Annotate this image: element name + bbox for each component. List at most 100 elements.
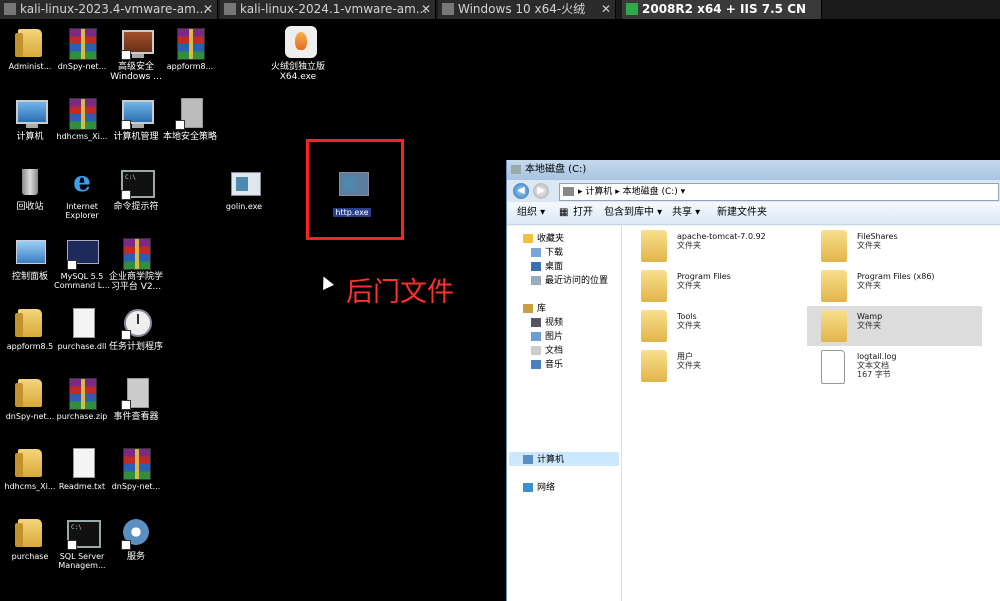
desktop-icon-purchase-dll[interactable]: purchase.dll: [52, 306, 112, 351]
shortcut-arrow-icon: [121, 190, 131, 200]
organize-button[interactable]: 组织 ▾: [517, 202, 545, 224]
tab-label: kali-linux-2024.1-vmware-am...: [240, 2, 428, 16]
nav-favorites[interactable]: 收藏夹: [523, 233, 564, 245]
close-icon[interactable]: ✕: [203, 0, 213, 19]
nav-label: 文档: [545, 346, 564, 356]
nav-computer[interactable]: 计算机: [523, 454, 564, 466]
file-item[interactable]: apache-tomcat-7.0.92 文件夹: [627, 226, 802, 266]
desktop-icon-computer[interactable]: 计算机: [0, 96, 60, 142]
desktop-icon-recycle-bin[interactable]: 回收站: [0, 166, 60, 212]
file-type: 文件夹: [677, 321, 701, 330]
file-name: 用户: [677, 352, 693, 361]
desktop-icon-event-viewer[interactable]: 事件查看器: [106, 376, 166, 422]
desktop-icon-purchase-folder[interactable]: purchase: [0, 516, 60, 561]
file-name: Program Files (x86): [857, 272, 935, 281]
desktop-icon-dnspy-zip[interactable]: dnSpy-net...: [52, 26, 112, 71]
nav-desktop[interactable]: 桌面: [531, 261, 563, 273]
address-bar-row: ◀ ▶ ▸ 计算机 ▸ 本地磁盘 (C:) ▾: [507, 180, 1000, 202]
share-button[interactable]: 共享 ▾: [672, 202, 700, 224]
new-folder-button[interactable]: 新建文件夹: [717, 202, 767, 224]
tab-label: 2008R2 x64 + IIS 7.5 CN: [642, 2, 807, 16]
nav-recent[interactable]: 最近访问的位置: [531, 275, 608, 287]
desktop-icon-hdhcms-zip[interactable]: hdhcms_Xi...: [52, 96, 112, 141]
nav-label: 最近访问的位置: [545, 276, 609, 286]
desktop-icon-golin-exe[interactable]: golin.exe: [214, 166, 274, 211]
music-icon: [531, 360, 541, 369]
nav-videos[interactable]: 视频: [531, 317, 563, 329]
winrar-icon: [69, 98, 97, 130]
desktop-icon-security-policy[interactable]: 本地安全策略: [160, 96, 220, 142]
vm-tab-kali-2024[interactable]: kali-linux-2024.1-vmware-am... ✕: [220, 0, 436, 19]
desktop-icon-cmd[interactable]: 命令提示符: [106, 166, 166, 212]
desktop-icon-administrator[interactable]: Administ...: [0, 26, 60, 71]
ie-icon: e: [73, 165, 91, 198]
desktop-icon-internet-explorer[interactable]: e Internet Explorer: [52, 165, 112, 221]
icon-label: 企业商学院学 习平台 V2...: [108, 272, 163, 292]
desktop-icon-purchase-zip[interactable]: purchase.zip: [52, 376, 112, 421]
desktop-icon-hdhcms-folder[interactable]: hdhcms_Xi...: [0, 446, 60, 491]
nav-documents[interactable]: 文档: [531, 345, 563, 357]
desktop-icon-dnspy-folder[interactable]: dnSpy-net...: [0, 376, 60, 421]
folder-icon: [821, 230, 847, 262]
nav-label: 图片: [545, 332, 564, 342]
command-toolbar: 组织 ▾ ▦ 打开 包含到库中 ▾ 共享 ▾ 新建文件夹: [507, 202, 1000, 225]
recycle-bin-icon: [22, 169, 38, 195]
annotation-text: 后门文件: [346, 277, 454, 308]
desktop-icon-sql-server[interactable]: SQL Server Managem...: [52, 516, 112, 570]
desktop-icon-firewall[interactable]: 高级安全 Windows ...: [106, 26, 166, 82]
address-path: ▸ 计算机 ▸ 本地磁盘 (C:) ▾: [578, 187, 686, 197]
file-type: 文件夹: [677, 361, 701, 370]
huorong-icon: [285, 26, 317, 58]
nav-pictures[interactable]: 图片: [531, 331, 563, 343]
desktop-icon-readme[interactable]: Readme.txt: [52, 446, 112, 491]
icon-label: hdhcms_Xi...: [56, 132, 108, 141]
desktop-icon-computer-management[interactable]: 计算机管理: [106, 96, 166, 142]
file-list: apache-tomcat-7.0.92 文件夹 FileShares 文件夹 …: [622, 226, 1000, 601]
open-button[interactable]: 打开: [573, 202, 593, 224]
window-titlebar[interactable]: 本地磁盘 (C:): [507, 160, 1000, 180]
folder-icon: [15, 519, 42, 547]
nav-label: 收藏夹: [537, 234, 565, 244]
vm-tab-2008r2[interactable]: 2008R2 x64 + IIS 7.5 CN: [622, 0, 822, 19]
file-item[interactable]: Program Files 文件夹: [627, 266, 802, 306]
icon-label: hdhcms_Xi...: [4, 482, 56, 491]
shortcut-arrow-icon: [67, 540, 77, 550]
file-item[interactable]: Program Files (x86) 文件夹: [807, 266, 982, 306]
nav-label: 桌面: [545, 262, 564, 272]
address-input[interactable]: ▸ 计算机 ▸ 本地磁盘 (C:) ▾: [559, 183, 999, 201]
desktop-icon-appform85[interactable]: appform8.5: [0, 306, 60, 351]
file-item[interactable]: Tools 文件夹: [627, 306, 802, 346]
file-item[interactable]: logtail.log 文本文档 167 字节: [807, 346, 982, 386]
desktop-icon-mysql[interactable]: MySQL 5.5 Command L...: [52, 236, 112, 290]
desktop-icon-enterprise-platform[interactable]: 企业商学院学 习平台 V2...: [106, 236, 166, 292]
desktop-icon-dnspy-zip-2[interactable]: dnSpy-net...: [106, 446, 166, 491]
desktop-icon-task-scheduler[interactable]: 任务计划程序: [106, 306, 166, 352]
shortcut-arrow-icon: [121, 50, 131, 60]
desktop-icon-control-panel[interactable]: 控制面板: [0, 236, 60, 282]
file-name: apache-tomcat-7.0.92: [677, 232, 766, 241]
file-item-selected[interactable]: Wamp 文件夹: [807, 306, 982, 346]
winrar-icon: [177, 28, 205, 60]
nav-network[interactable]: 网络: [523, 482, 555, 494]
close-icon[interactable]: ✕: [421, 0, 431, 19]
icon-label: Readme.txt: [58, 482, 106, 491]
recent-places-icon: [531, 276, 541, 285]
desktop-icon-appform-zip[interactable]: appform8...: [160, 26, 220, 71]
desktop-icon-services[interactable]: 服务: [106, 516, 166, 562]
nav-downloads[interactable]: 下载: [531, 247, 563, 259]
file-type: 文件夹: [857, 321, 881, 330]
file-item[interactable]: FileShares 文件夹: [807, 226, 982, 266]
forward-button[interactable]: ▶: [533, 183, 549, 199]
shortcut-arrow-icon: [175, 120, 185, 130]
back-button[interactable]: ◀: [513, 183, 529, 199]
file-item[interactable]: 用户 文件夹: [627, 346, 802, 386]
pictures-icon: [531, 332, 541, 341]
vm-tab-kali-2023[interactable]: kali-linux-2023.4-vmware-am... ✕: [0, 0, 218, 19]
nav-libraries[interactable]: 库: [523, 303, 546, 315]
desktop-icon-huorong[interactable]: 火绒剑独立版 X64.exe: [266, 26, 330, 82]
window-title: 本地磁盘 (C:): [525, 164, 587, 175]
include-library-button[interactable]: 包含到库中 ▾: [604, 202, 662, 224]
vm-tab-windows10[interactable]: Windows 10 x64-火绒 ✕: [438, 0, 616, 19]
close-icon[interactable]: ✕: [601, 0, 611, 19]
nav-music[interactable]: 音乐: [531, 359, 563, 371]
